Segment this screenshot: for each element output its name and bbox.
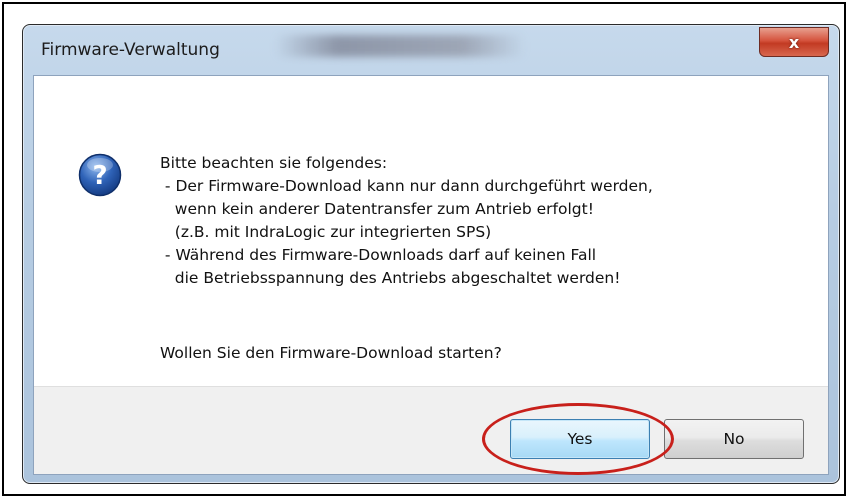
message-line: Bitte beachten sie folgendes: bbox=[160, 154, 388, 172]
message-line: (z.B. mit IndraLogic zur integrierten SP… bbox=[160, 223, 492, 241]
close-button[interactable]: x bbox=[759, 27, 829, 57]
highlight-ellipse bbox=[482, 403, 674, 475]
message-line: - Während des Firmware-Downloads darf au… bbox=[160, 246, 597, 264]
redacted-title-region bbox=[275, 35, 525, 57]
dialog-window: Firmware-Verwaltung x ? Bitte beachten s… bbox=[22, 24, 840, 484]
window-title: Firmware-Verwaltung bbox=[41, 40, 220, 60]
question-icon: ? bbox=[78, 153, 122, 197]
title-bar[interactable]: Firmware-Verwaltung x bbox=[23, 25, 839, 71]
dialog-client-area: ? Bitte beachten sie folgendes: - Der Fi… bbox=[33, 75, 829, 475]
no-button[interactable]: No bbox=[664, 419, 804, 459]
button-bar: Yes No bbox=[34, 386, 828, 475]
message-line: die Betriebsspannung des Antriebs abgesc… bbox=[160, 269, 621, 287]
question-text: Wollen Sie den Firmware-Download starten… bbox=[160, 344, 502, 362]
message-line: wenn kein anderer Datentransfer zum Antr… bbox=[160, 200, 594, 218]
svg-text:?: ? bbox=[92, 161, 107, 191]
message-text: Bitte beachten sie folgendes: - Der Firm… bbox=[160, 152, 653, 290]
message-line: - Der Firmware-Download kann nur dann du… bbox=[160, 177, 653, 195]
close-icon: x bbox=[788, 32, 800, 52]
message-area: ? Bitte beachten sie folgendes: - Der Fi… bbox=[34, 76, 828, 386]
